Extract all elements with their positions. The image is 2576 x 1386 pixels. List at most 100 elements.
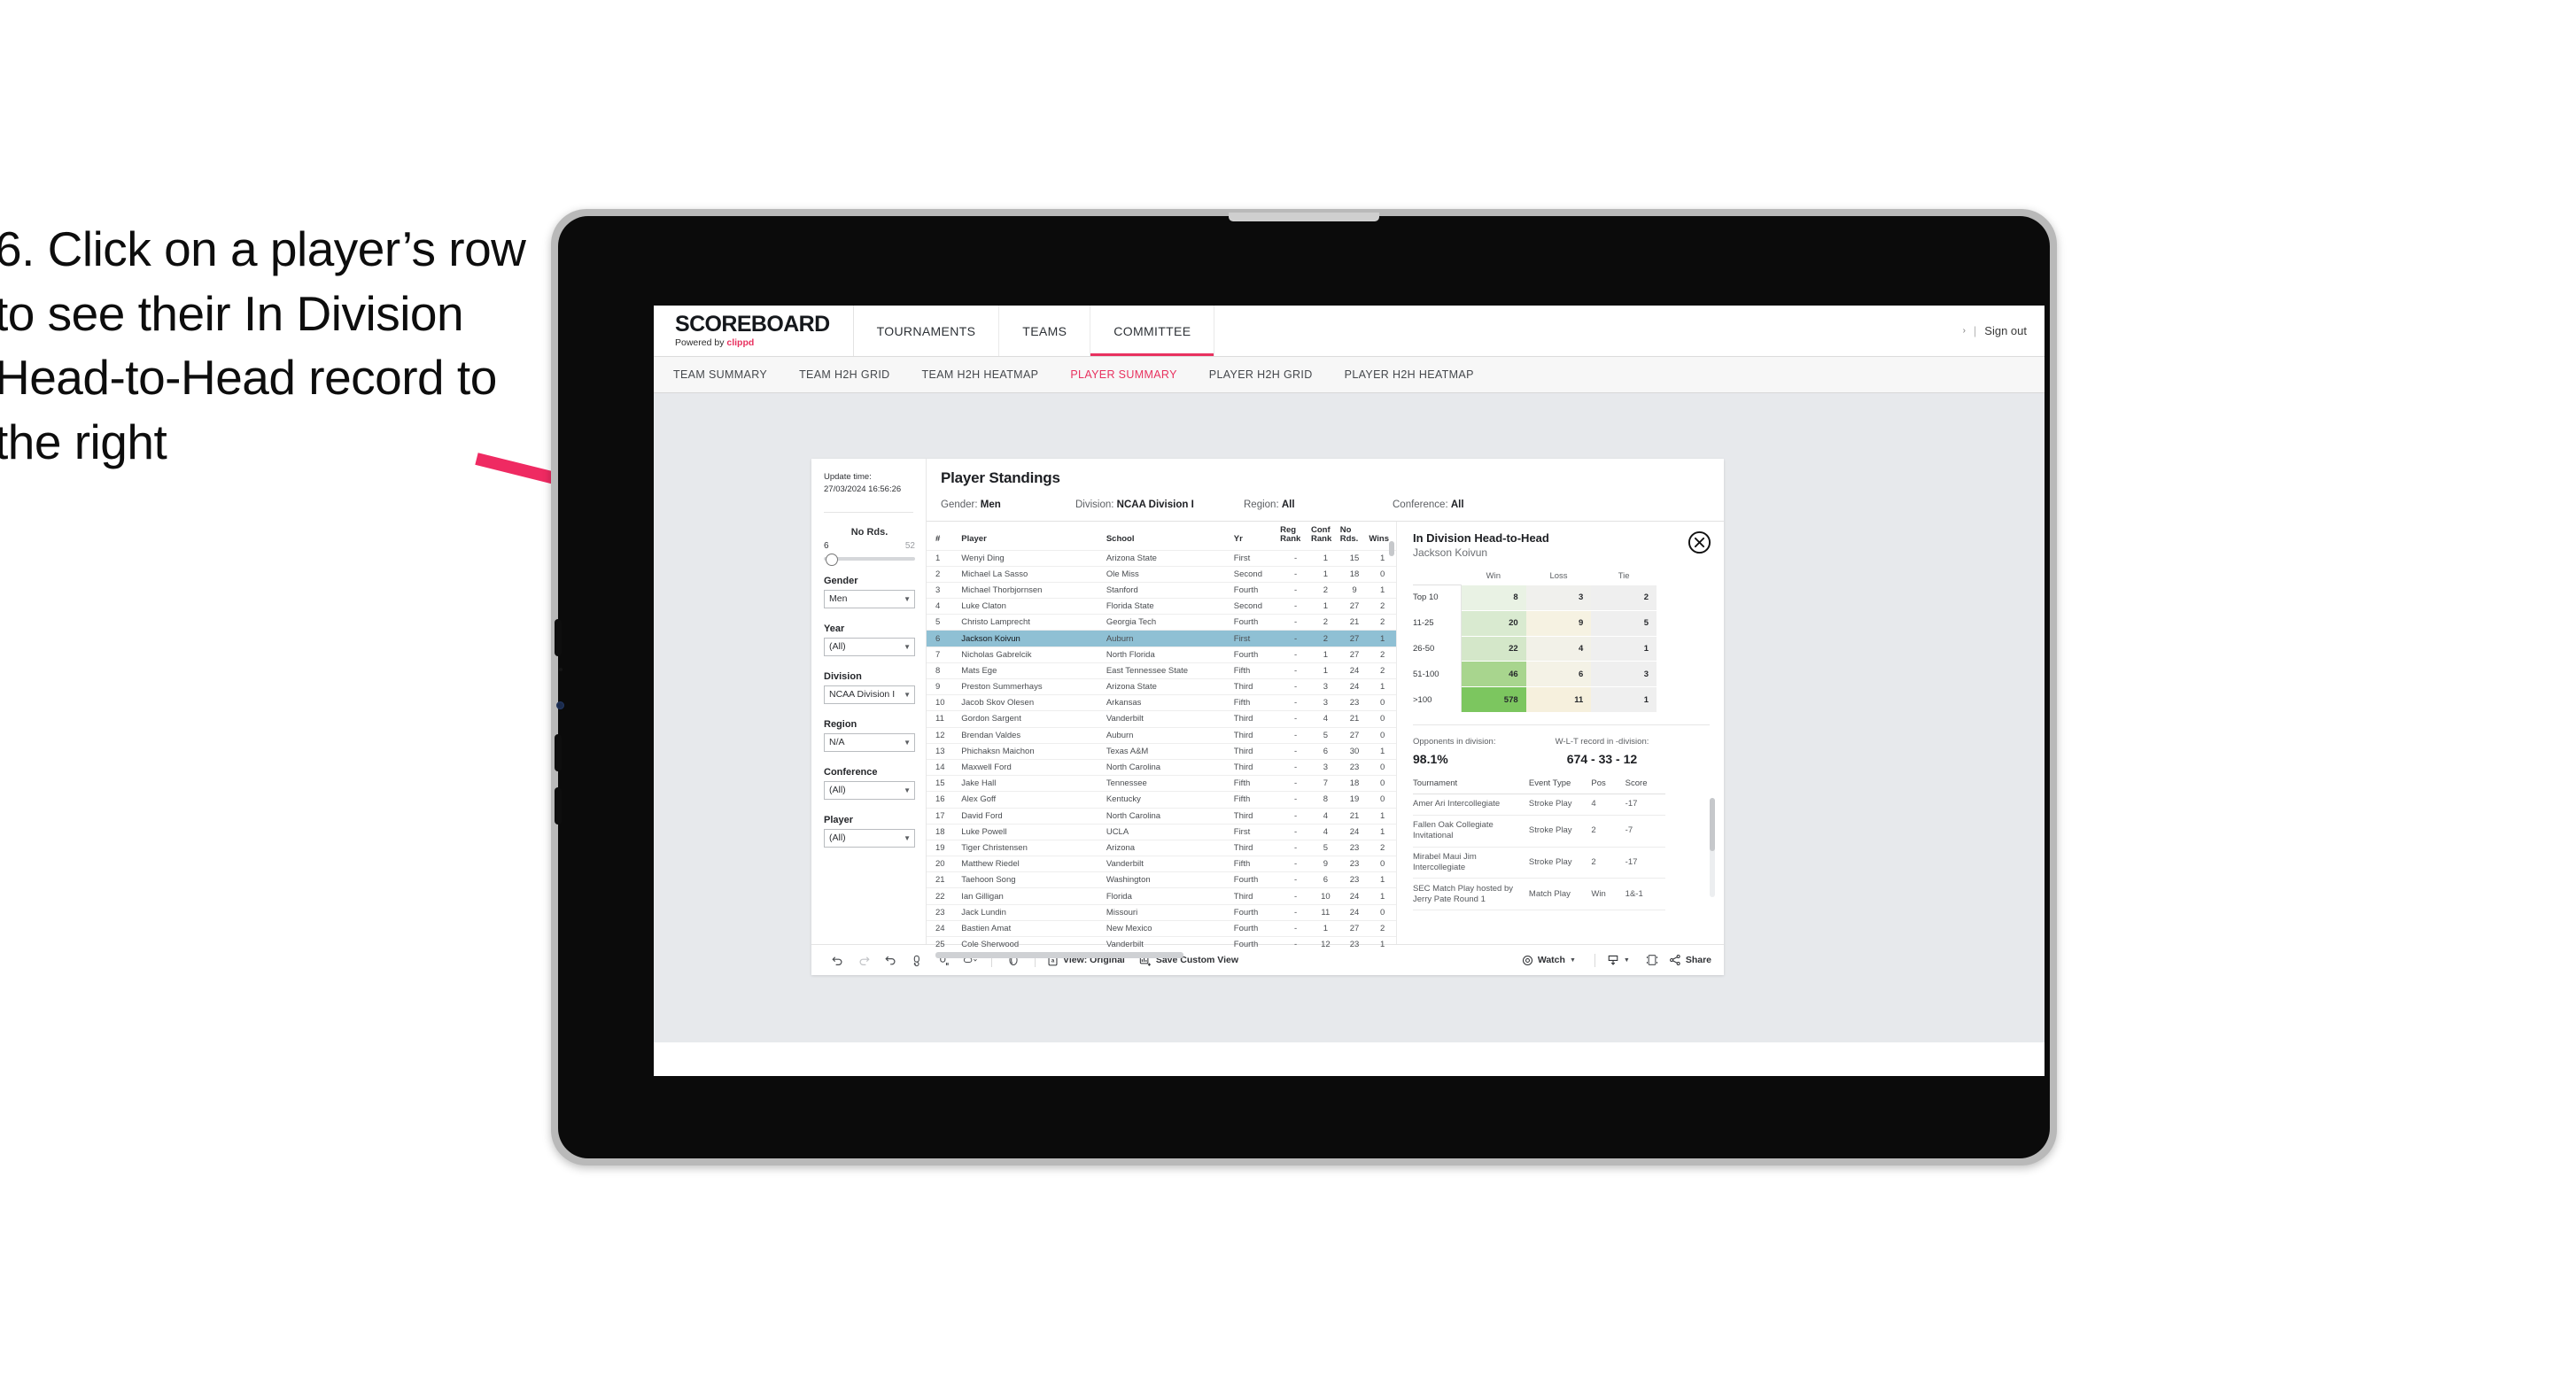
table-row[interactable]: 2 Michael La Sasso Ole Miss Second -1 18 0 bbox=[927, 565, 1396, 583]
table-row[interactable]: 16 Alex Goff Kentucky Fifth -8 19 0 bbox=[927, 791, 1396, 808]
tab-player-summary[interactable]: PLAYER SUMMARY bbox=[1070, 368, 1196, 381]
h2h-cell-win: 46 bbox=[1461, 661, 1526, 687]
tablet-volume-down-button[interactable] bbox=[555, 734, 562, 771]
watch-button[interactable]: Watch ▼ bbox=[1518, 955, 1587, 966]
col-reg-rank[interactable]: Reg Rank bbox=[1280, 522, 1311, 550]
fullscreen-icon[interactable] bbox=[1639, 947, 1665, 973]
table-row[interactable]: 12 Brendan Valdes Auburn Third -5 27 0 bbox=[927, 726, 1396, 744]
stat-opponents: Opponents in division: 98.1% bbox=[1413, 737, 1537, 766]
nav-tournaments[interactable]: TOURNAMENTS bbox=[854, 306, 1000, 356]
tournament-row[interactable]: Fallen Oak Collegiate Invitational Stroke… bbox=[1413, 815, 1665, 848]
cell-rank: 15 bbox=[927, 775, 962, 792]
cell-event-type: Stroke Play bbox=[1528, 847, 1592, 879]
filter-division-select[interactable]: NCAA Division I ▼ bbox=[824, 685, 915, 704]
tab-team-summary[interactable]: TEAM SUMMARY bbox=[673, 368, 787, 381]
table-row[interactable]: 15 Jake Hall Tennessee Fifth -7 18 0 bbox=[927, 775, 1396, 792]
close-circle-icon[interactable] bbox=[1688, 530, 1711, 554]
tcol-event-type: Event Type bbox=[1528, 778, 1592, 794]
tournament-row[interactable]: SEC Match Play hosted by Jerry Pate Roun… bbox=[1413, 878, 1665, 911]
tournament-row[interactable]: Mirabel Maui Jim Intercollegiate Stroke P… bbox=[1413, 847, 1665, 879]
cell-no-rds: 27 bbox=[1339, 919, 1369, 937]
filter-region-select[interactable]: N/A ▼ bbox=[824, 732, 915, 752]
table-row[interactable]: 18 Luke Powell UCLA First -4 24 1 bbox=[927, 823, 1396, 840]
standings-meta: Gender: Men Division: NCAA Division I Re… bbox=[941, 499, 1724, 521]
col-conf-rank[interactable]: Conf Rank bbox=[1311, 522, 1340, 550]
tournament-table: Tournament Event Type Pos Score Amer Ari… bbox=[1413, 778, 1665, 911]
sign-out-link[interactable]: Sign out bbox=[1984, 324, 2027, 337]
cell-conf-rank: 5 bbox=[1311, 839, 1340, 856]
no-rounds-slider-handle[interactable] bbox=[826, 553, 838, 566]
filter-year-select[interactable]: (All) ▼ bbox=[824, 637, 915, 656]
col-school[interactable]: School bbox=[1106, 522, 1234, 550]
filter-conference-select[interactable]: (All) ▼ bbox=[824, 780, 915, 800]
filter-gender-select[interactable]: Men ▼ bbox=[824, 589, 915, 608]
col-rank[interactable]: # bbox=[927, 522, 961, 550]
table-row[interactable]: 20 Matthew Riedel Vanderbilt Fifth -9 23 0 bbox=[927, 856, 1396, 872]
tab-team-h2h-grid[interactable]: TEAM H2H GRID bbox=[799, 368, 909, 381]
table-row[interactable]: 8 Mats Ege East Tennessee State Fifth -1 24 2 bbox=[927, 662, 1396, 679]
table-row[interactable]: 23 Jack Lundin Missouri Fourth -11 24 0 bbox=[927, 903, 1396, 921]
table-row[interactable]: 5 Christo Lamprecht Georgia Tech Fourth -2 21… bbox=[927, 614, 1396, 631]
table-row[interactable]: 6 Jackson Koivun Auburn First -2 27 1 bbox=[927, 630, 1396, 647]
filter-gender-label: Gender bbox=[824, 575, 858, 586]
table-row[interactable]: 1 Wenyi Ding Arizona State First -1 15 1 bbox=[927, 549, 1396, 567]
cell-conf-rank: 4 bbox=[1311, 807, 1340, 825]
tab-team-h2h-heatmap[interactable]: TEAM H2H HEATMAP bbox=[922, 368, 1059, 381]
stat-opponents-label: Opponents in division: bbox=[1413, 736, 1496, 747]
table-row[interactable]: 22 Ian Gilligan Florida Third -10 24 1 bbox=[927, 887, 1396, 905]
stat-wlt-label: W-L-T record in -division: bbox=[1555, 736, 1649, 747]
col-year[interactable]: Yr bbox=[1234, 522, 1280, 550]
table-row[interactable]: 4 Luke Claton Florida State Second -1 27 2 bbox=[927, 598, 1396, 615]
hscrollbar-thumb[interactable] bbox=[935, 952, 1183, 959]
cell-score: -17 bbox=[1625, 794, 1665, 816]
cell-conf-rank: 2 bbox=[1311, 581, 1340, 599]
filter-player-select[interactable]: (All) ▼ bbox=[824, 828, 915, 848]
redo-icon[interactable] bbox=[850, 947, 877, 973]
undo-icon[interactable] bbox=[824, 947, 850, 973]
cell-no-rds: 21 bbox=[1339, 614, 1369, 631]
brand-logo[interactable]: SCOREBOARD Powered by clippd bbox=[654, 306, 854, 356]
h2h-cell-loss: 3 bbox=[1525, 585, 1592, 611]
cell-player: Tiger Christensen bbox=[961, 839, 1106, 856]
cell-year: Fourth bbox=[1233, 919, 1281, 937]
tablet-volume-up-button[interactable] bbox=[555, 619, 562, 656]
table-row[interactable]: 17 David Ford North Carolina Third -4 21 1 bbox=[927, 807, 1396, 825]
table-row[interactable]: 19 Tiger Christensen Arizona Third -5 23 2 bbox=[927, 839, 1396, 856]
cell-reg-rank: - bbox=[1280, 678, 1311, 695]
nav-teams[interactable]: TEAMS bbox=[999, 306, 1091, 356]
col-no-rds[interactable]: No Rds. bbox=[1340, 522, 1369, 550]
cell-reg-rank: - bbox=[1280, 871, 1311, 888]
tab-player-h2h-heatmap[interactable]: PLAYER H2H HEATMAP bbox=[1345, 368, 1494, 381]
standings-header: Player Standings Gender: Men Division: N… bbox=[927, 459, 1724, 521]
tournament-scroll-thumb[interactable] bbox=[1710, 797, 1715, 851]
table-row[interactable]: 10 Jacob Skov Olesen Arkansas Fifth -3 23 0 bbox=[927, 694, 1396, 711]
table-row[interactable]: 14 Maxwell Ford North Carolina Third -3 23 0 bbox=[927, 758, 1396, 776]
share-button[interactable]: Share bbox=[1665, 954, 1711, 966]
table-row[interactable]: 13 Phichaksn Maichon Texas A&M Third -6 30 1 bbox=[927, 742, 1396, 760]
table-row[interactable]: 25 Cole Sherwood Vanderbilt Fourth -12 23 1 bbox=[927, 936, 1396, 953]
chevron-right-icon[interactable]: › bbox=[1963, 326, 1966, 336]
table-row[interactable]: 11 Gordon Sargent Vanderbilt Third -4 21 0 bbox=[927, 710, 1396, 728]
revert-icon[interactable] bbox=[877, 947, 904, 973]
cell-no-rds: 21 bbox=[1339, 807, 1369, 825]
nav-committee[interactable]: COMMITTEE bbox=[1090, 306, 1215, 356]
table-row[interactable]: 7 Nicholas Gabrelcik North Florida Fourth -1… bbox=[927, 646, 1396, 663]
h2h-cell-tie: 1 bbox=[1591, 635, 1657, 662]
scrollbar-thumb[interactable] bbox=[1389, 541, 1394, 556]
table-row[interactable]: 24 Bastien Amat New Mexico Fourth -1 27 2 bbox=[927, 919, 1396, 937]
cell-wins: 1 bbox=[1369, 871, 1396, 888]
col-player[interactable]: Player bbox=[961, 522, 1106, 550]
download-button[interactable]: ▼ bbox=[1603, 954, 1639, 966]
player-table-scrollbar[interactable] bbox=[1389, 541, 1394, 807]
tab-player-h2h-grid[interactable]: PLAYER H2H GRID bbox=[1209, 368, 1332, 381]
tablet-power-button[interactable] bbox=[555, 787, 562, 825]
table-row[interactable]: 21 Taehoon Song Washington Fourth -6 23 1 bbox=[927, 871, 1396, 888]
cell-score: -17 bbox=[1625, 847, 1665, 879]
table-row[interactable]: 9 Preston Summerhays Arizona State Third -3 2… bbox=[927, 678, 1396, 695]
player-table-hscrollbar[interactable] bbox=[927, 952, 1396, 959]
no-rounds-slider-track[interactable] bbox=[824, 553, 915, 566]
cell-rank: 5 bbox=[927, 614, 962, 631]
tournament-row[interactable]: Amer Ari Intercollegiate Stroke Play 4 -17 bbox=[1413, 794, 1665, 816]
tournament-scrollbar[interactable] bbox=[1710, 797, 1715, 897]
table-row[interactable]: 3 Michael Thorbjornsen Stanford Fourth -2 9 1 bbox=[927, 581, 1396, 599]
